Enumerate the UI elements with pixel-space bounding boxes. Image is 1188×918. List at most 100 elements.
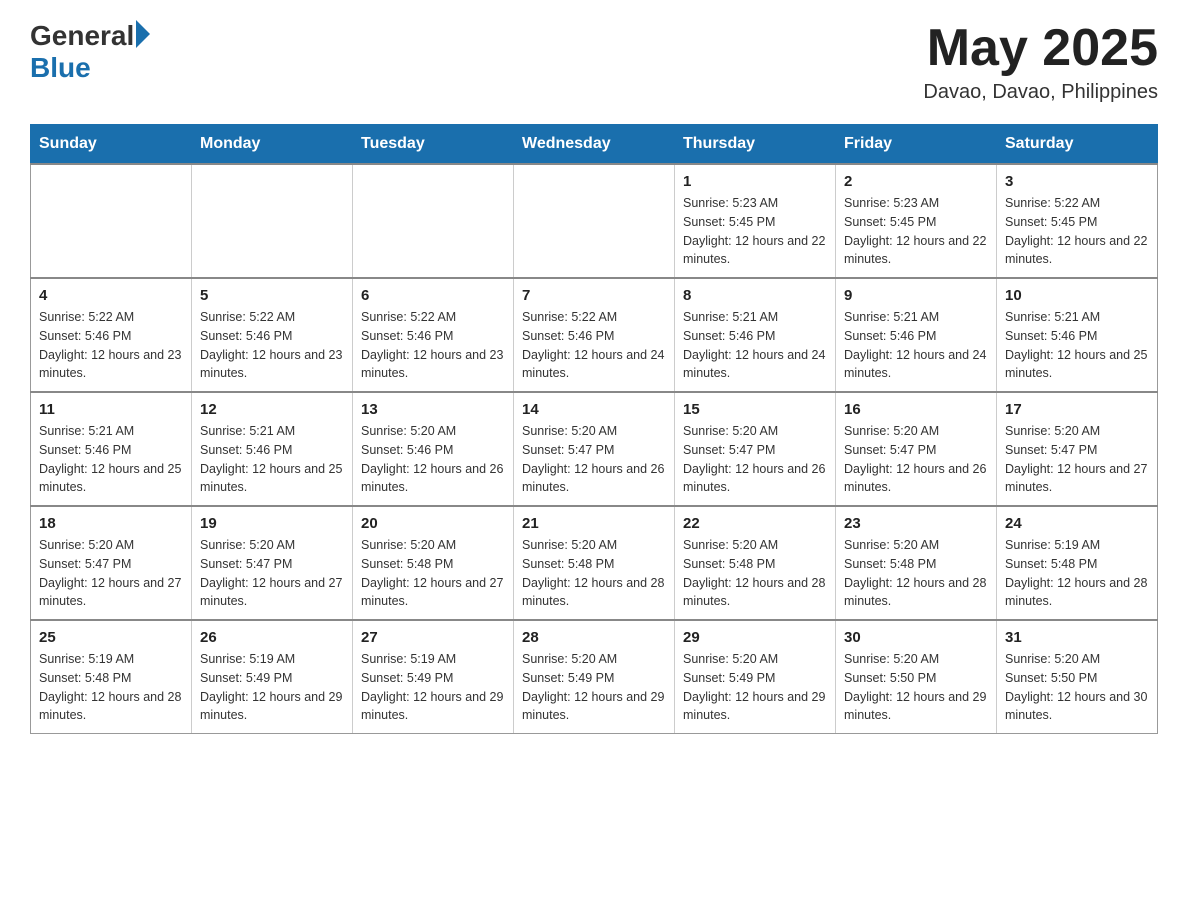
day-info: Sunrise: 5:20 AM Sunset: 5:48 PM Dayligh… bbox=[361, 538, 503, 608]
day-info: Sunrise: 5:20 AM Sunset: 5:50 PM Dayligh… bbox=[1005, 652, 1147, 722]
day-number: 29 bbox=[683, 629, 827, 646]
logo-blue: Blue bbox=[30, 52, 150, 84]
calendar-header-friday: Friday bbox=[836, 125, 997, 165]
calendar-cell: 25 Sunrise: 5:19 AM Sunset: 5:48 PM Dayli… bbox=[31, 620, 192, 734]
day-info: Sunrise: 5:22 AM Sunset: 5:46 PM Dayligh… bbox=[39, 310, 181, 380]
day-number: 9 bbox=[844, 287, 988, 304]
day-number: 6 bbox=[361, 287, 505, 304]
day-number: 21 bbox=[522, 515, 666, 532]
calendar-cell: 3 Sunrise: 5:22 AM Sunset: 5:45 PM Daylig… bbox=[997, 164, 1158, 278]
calendar-cell: 20 Sunrise: 5:20 AM Sunset: 5:48 PM Dayli… bbox=[353, 506, 514, 620]
day-number: 17 bbox=[1005, 401, 1149, 418]
calendar-cell: 17 Sunrise: 5:20 AM Sunset: 5:47 PM Dayli… bbox=[997, 392, 1158, 506]
calendar-cell bbox=[514, 164, 675, 278]
location-subtitle: Davao, Davao, Philippines bbox=[923, 81, 1158, 104]
day-number: 4 bbox=[39, 287, 183, 304]
calendar-cell: 31 Sunrise: 5:20 AM Sunset: 5:50 PM Dayli… bbox=[997, 620, 1158, 734]
month-year-title: May 2025 bbox=[923, 20, 1158, 77]
day-info: Sunrise: 5:20 AM Sunset: 5:49 PM Dayligh… bbox=[522, 652, 664, 722]
calendar-cell: 22 Sunrise: 5:20 AM Sunset: 5:48 PM Dayli… bbox=[675, 506, 836, 620]
calendar-header-row: SundayMondayTuesdayWednesdayThursdayFrid… bbox=[31, 125, 1158, 165]
day-number: 10 bbox=[1005, 287, 1149, 304]
day-number: 16 bbox=[844, 401, 988, 418]
day-info: Sunrise: 5:20 AM Sunset: 5:47 PM Dayligh… bbox=[683, 424, 825, 494]
calendar-cell: 12 Sunrise: 5:21 AM Sunset: 5:46 PM Dayli… bbox=[192, 392, 353, 506]
day-number: 25 bbox=[39, 629, 183, 646]
day-info: Sunrise: 5:19 AM Sunset: 5:49 PM Dayligh… bbox=[200, 652, 342, 722]
day-info: Sunrise: 5:21 AM Sunset: 5:46 PM Dayligh… bbox=[1005, 310, 1147, 380]
day-info: Sunrise: 5:20 AM Sunset: 5:50 PM Dayligh… bbox=[844, 652, 986, 722]
day-info: Sunrise: 5:20 AM Sunset: 5:46 PM Dayligh… bbox=[361, 424, 503, 494]
calendar-table: SundayMondayTuesdayWednesdayThursdayFrid… bbox=[30, 124, 1158, 734]
day-info: Sunrise: 5:21 AM Sunset: 5:46 PM Dayligh… bbox=[683, 310, 825, 380]
day-number: 1 bbox=[683, 173, 827, 190]
day-number: 11 bbox=[39, 401, 183, 418]
day-number: 13 bbox=[361, 401, 505, 418]
day-info: Sunrise: 5:20 AM Sunset: 5:47 PM Dayligh… bbox=[522, 424, 664, 494]
day-number: 22 bbox=[683, 515, 827, 532]
title-section: May 2025 Davao, Davao, Philippines bbox=[923, 20, 1158, 104]
day-info: Sunrise: 5:21 AM Sunset: 5:46 PM Dayligh… bbox=[844, 310, 986, 380]
day-number: 12 bbox=[200, 401, 344, 418]
calendar-week-row: 11 Sunrise: 5:21 AM Sunset: 5:46 PM Dayli… bbox=[31, 392, 1158, 506]
calendar-week-row: 18 Sunrise: 5:20 AM Sunset: 5:47 PM Dayli… bbox=[31, 506, 1158, 620]
day-info: Sunrise: 5:19 AM Sunset: 5:49 PM Dayligh… bbox=[361, 652, 503, 722]
day-info: Sunrise: 5:20 AM Sunset: 5:47 PM Dayligh… bbox=[844, 424, 986, 494]
calendar-cell: 6 Sunrise: 5:22 AM Sunset: 5:46 PM Daylig… bbox=[353, 278, 514, 392]
day-info: Sunrise: 5:22 AM Sunset: 5:46 PM Dayligh… bbox=[361, 310, 503, 380]
day-info: Sunrise: 5:21 AM Sunset: 5:46 PM Dayligh… bbox=[200, 424, 342, 494]
day-info: Sunrise: 5:20 AM Sunset: 5:48 PM Dayligh… bbox=[522, 538, 664, 608]
day-number: 30 bbox=[844, 629, 988, 646]
day-info: Sunrise: 5:20 AM Sunset: 5:47 PM Dayligh… bbox=[1005, 424, 1147, 494]
day-info: Sunrise: 5:21 AM Sunset: 5:46 PM Dayligh… bbox=[39, 424, 181, 494]
day-info: Sunrise: 5:20 AM Sunset: 5:47 PM Dayligh… bbox=[200, 538, 342, 608]
calendar-cell: 10 Sunrise: 5:21 AM Sunset: 5:46 PM Dayli… bbox=[997, 278, 1158, 392]
calendar-cell: 5 Sunrise: 5:22 AM Sunset: 5:46 PM Daylig… bbox=[192, 278, 353, 392]
calendar-header-thursday: Thursday bbox=[675, 125, 836, 165]
calendar-cell: 19Sunrise: 5:20 AM Sunset: 5:47 PM Dayli… bbox=[192, 506, 353, 620]
day-number: 8 bbox=[683, 287, 827, 304]
day-info: Sunrise: 5:20 AM Sunset: 5:47 PM Dayligh… bbox=[39, 538, 181, 608]
calendar-cell: 9 Sunrise: 5:21 AM Sunset: 5:46 PM Daylig… bbox=[836, 278, 997, 392]
day-number: 31 bbox=[1005, 629, 1149, 646]
day-number: 14 bbox=[522, 401, 666, 418]
calendar-cell: 7Sunrise: 5:22 AM Sunset: 5:46 PM Daylig… bbox=[514, 278, 675, 392]
day-info: Sunrise: 5:22 AM Sunset: 5:45 PM Dayligh… bbox=[1005, 196, 1147, 266]
calendar-cell: 15 Sunrise: 5:20 AM Sunset: 5:47 PM Dayli… bbox=[675, 392, 836, 506]
calendar-cell: 2Sunrise: 5:23 AM Sunset: 5:45 PM Daylig… bbox=[836, 164, 997, 278]
calendar-cell: 23Sunrise: 5:20 AM Sunset: 5:48 PM Dayli… bbox=[836, 506, 997, 620]
calendar-header-tuesday: Tuesday bbox=[353, 125, 514, 165]
calendar-cell bbox=[353, 164, 514, 278]
calendar-week-row: 25 Sunrise: 5:19 AM Sunset: 5:48 PM Dayli… bbox=[31, 620, 1158, 734]
calendar-cell: 1 Sunrise: 5:23 AM Sunset: 5:45 PM Daylig… bbox=[675, 164, 836, 278]
calendar-cell: 18 Sunrise: 5:20 AM Sunset: 5:47 PM Dayli… bbox=[31, 506, 192, 620]
page-header: General Blue May 2025 Davao, Davao, Phil… bbox=[30, 20, 1158, 104]
day-info: Sunrise: 5:19 AM Sunset: 5:48 PM Dayligh… bbox=[39, 652, 181, 722]
calendar-cell: 16 Sunrise: 5:20 AM Sunset: 5:47 PM Dayli… bbox=[836, 392, 997, 506]
day-number: 15 bbox=[683, 401, 827, 418]
calendar-cell: 11 Sunrise: 5:21 AM Sunset: 5:46 PM Dayli… bbox=[31, 392, 192, 506]
calendar-cell: 29Sunrise: 5:20 AM Sunset: 5:49 PM Dayli… bbox=[675, 620, 836, 734]
day-number: 24 bbox=[1005, 515, 1149, 532]
logo-triangle-icon bbox=[136, 20, 150, 48]
calendar-cell: 14 Sunrise: 5:20 AM Sunset: 5:47 PM Dayli… bbox=[514, 392, 675, 506]
calendar-header-wednesday: Wednesday bbox=[514, 125, 675, 165]
day-info: Sunrise: 5:23 AM Sunset: 5:45 PM Dayligh… bbox=[683, 196, 825, 266]
day-number: 26 bbox=[200, 629, 344, 646]
calendar-cell bbox=[192, 164, 353, 278]
day-info: Sunrise: 5:22 AM Sunset: 5:46 PM Dayligh… bbox=[200, 310, 342, 380]
calendar-cell: 30 Sunrise: 5:20 AM Sunset: 5:50 PM Dayli… bbox=[836, 620, 997, 734]
calendar-cell bbox=[31, 164, 192, 278]
day-number: 20 bbox=[361, 515, 505, 532]
day-number: 2 bbox=[844, 173, 988, 190]
calendar-cell: 26 Sunrise: 5:19 AM Sunset: 5:49 PM Dayli… bbox=[192, 620, 353, 734]
day-number: 5 bbox=[200, 287, 344, 304]
day-info: Sunrise: 5:20 AM Sunset: 5:48 PM Dayligh… bbox=[683, 538, 825, 608]
logo: General Blue bbox=[30, 20, 150, 84]
calendar-cell: 21 Sunrise: 5:20 AM Sunset: 5:48 PM Dayli… bbox=[514, 506, 675, 620]
calendar-cell: 27Sunrise: 5:19 AM Sunset: 5:49 PM Dayli… bbox=[353, 620, 514, 734]
day-number: 3 bbox=[1005, 173, 1149, 190]
calendar-cell: 13 Sunrise: 5:20 AM Sunset: 5:46 PM Dayli… bbox=[353, 392, 514, 506]
day-number: 18 bbox=[39, 515, 183, 532]
calendar-cell: 8 Sunrise: 5:21 AM Sunset: 5:46 PM Daylig… bbox=[675, 278, 836, 392]
